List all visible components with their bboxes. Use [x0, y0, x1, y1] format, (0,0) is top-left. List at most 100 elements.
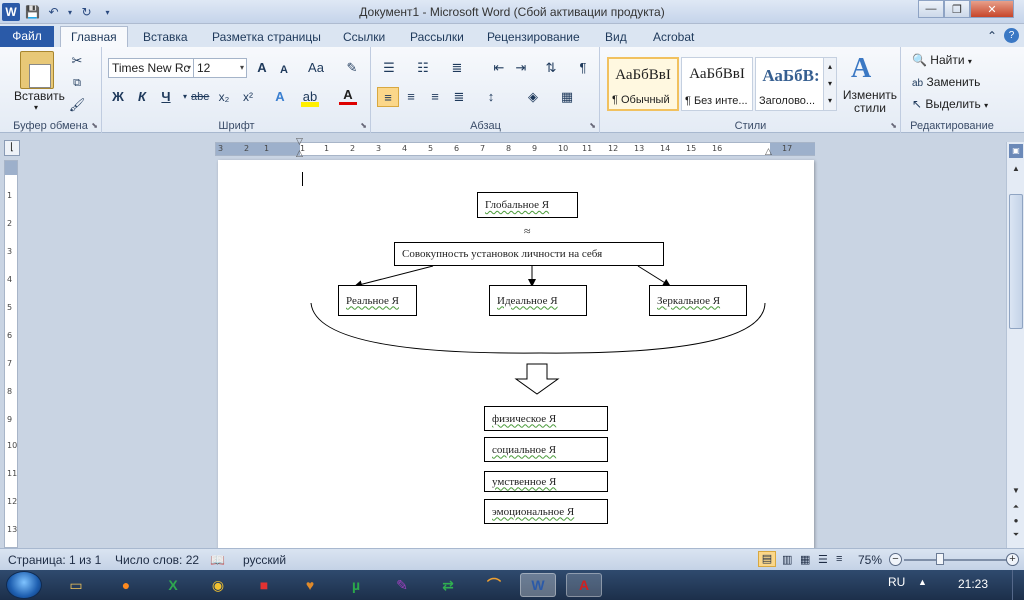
- align-center-icon[interactable]: ≡: [402, 87, 420, 107]
- tab-review[interactable]: Рецензирование: [477, 27, 590, 47]
- tab-home[interactable]: Главная: [60, 26, 128, 47]
- app-icon[interactable]: ♥: [292, 573, 328, 597]
- zoom-slider-track[interactable]: [904, 559, 1008, 561]
- font-name-combo[interactable]: Times New Rc ▾: [108, 58, 194, 78]
- justify-icon[interactable]: ≣: [450, 87, 468, 107]
- document-page[interactable]: Глобальное Я ≈ Совокупность установок ли…: [218, 160, 814, 548]
- global-self-box[interactable]: Глобальное Я: [477, 192, 578, 218]
- show-formatting-button[interactable]: ¶: [574, 58, 592, 78]
- proofing-icon[interactable]: 📖: [210, 553, 225, 567]
- list-item[interactable]: эмоциональное Я: [484, 499, 608, 524]
- align-right-icon[interactable]: ≡: [426, 87, 444, 107]
- change-case-button[interactable]: Aa: [307, 58, 325, 78]
- select-button[interactable]: ↖ Выделить ▾: [912, 97, 988, 111]
- real-self-box[interactable]: Реальное Я: [338, 285, 417, 316]
- shrink-font-button[interactable]: A: [275, 60, 293, 80]
- list-item[interactable]: физическое Я: [484, 406, 608, 431]
- underline-button[interactable]: Ч: [157, 87, 175, 107]
- horizontal-ruler[interactable]: 3 1 2 1 1 2 3 4 5 6 7 8 9 10 11 12 13 14…: [215, 136, 815, 158]
- font-color-icon[interactable]: A: [339, 87, 357, 105]
- superscript-button[interactable]: x²: [239, 87, 257, 107]
- indent-marker-icon[interactable]: ▽: [296, 136, 303, 147]
- network-icon[interactable]: ⇄: [430, 573, 466, 597]
- word-taskbar-icon[interactable]: W: [520, 573, 556, 597]
- styles-dialog-launcher-icon[interactable]: ⬊: [890, 121, 897, 130]
- borders-icon[interactable]: ▦: [558, 87, 576, 107]
- ideal-self-box[interactable]: Идеальное Я: [489, 285, 587, 316]
- align-left-icon[interactable]: ≡: [377, 87, 399, 107]
- paste-button[interactable]: Вставить: [14, 89, 65, 103]
- tool-icon[interactable]: ✎: [384, 573, 420, 597]
- cut-icon[interactable]: ✂: [68, 51, 86, 71]
- font-size-combo[interactable]: 12 ▾: [193, 58, 247, 78]
- vertical-ruler[interactable]: 1 2 3 4 5 6 7 8 9 10 11 12 13: [4, 160, 18, 548]
- style-heading[interactable]: АаБбВ: Заголово...: [755, 57, 827, 111]
- language-indicator[interactable]: русский: [243, 553, 286, 567]
- vertical-scrollbar[interactable]: ▣ ▲ ▼ ⏶ ● ⏷: [1006, 142, 1024, 548]
- multilevel-list-icon[interactable]: ≣: [448, 58, 466, 78]
- paragraph-dialog-launcher-icon[interactable]: ⬊: [589, 121, 596, 130]
- zoom-level[interactable]: 75%: [858, 553, 882, 567]
- input-language[interactable]: RU: [888, 575, 905, 589]
- mirror-self-box[interactable]: Зеркальное Я: [649, 285, 747, 316]
- tab-mailings[interactable]: Рассылки: [400, 27, 474, 47]
- view-ruler-icon[interactable]: ▣: [1009, 144, 1023, 158]
- bullets-icon[interactable]: ☰: [380, 58, 398, 78]
- tab-insert[interactable]: Вставка: [133, 27, 198, 47]
- highlight-icon[interactable]: ab: [301, 87, 319, 107]
- minimize-button[interactable]: —: [918, 0, 944, 18]
- excel-icon[interactable]: X: [155, 573, 191, 597]
- tab-file[interactable]: Файл: [0, 26, 54, 47]
- draft-icon[interactable]: ≡: [836, 553, 842, 565]
- page-count[interactable]: Страница: 1 из 1: [8, 553, 101, 567]
- clock[interactable]: 21:23: [958, 577, 988, 591]
- show-desktop-button[interactable]: [1012, 570, 1024, 600]
- torrent-icon[interactable]: µ: [338, 573, 374, 597]
- print-layout-icon[interactable]: ▤: [758, 551, 776, 567]
- bold-button[interactable]: Ж: [109, 87, 127, 107]
- line-spacing-icon[interactable]: ↕: [482, 87, 500, 107]
- scroll-down-icon[interactable]: ▼: [1009, 484, 1023, 498]
- right-indent-icon[interactable]: △: [765, 146, 772, 157]
- zoom-out-button[interactable]: −: [889, 553, 902, 566]
- list-item[interactable]: социальное Я: [484, 437, 608, 462]
- numbering-icon[interactable]: ☷: [414, 58, 432, 78]
- close-button[interactable]: ✕: [970, 0, 1014, 18]
- help-icon[interactable]: ?: [1004, 28, 1019, 43]
- paste-dropdown-icon[interactable]: ▾: [34, 103, 38, 112]
- word-count[interactable]: Число слов: 22: [115, 553, 199, 567]
- find-button[interactable]: 🔍 Найти ▾: [912, 53, 972, 67]
- sort-icon[interactable]: ⇅: [542, 58, 560, 78]
- tab-view[interactable]: Вид: [595, 27, 637, 47]
- outline-icon[interactable]: ☰: [818, 553, 828, 566]
- chrome-icon[interactable]: ◉: [200, 573, 236, 597]
- tab-page-layout[interactable]: Разметка страницы: [202, 27, 331, 47]
- clipboard-dialog-launcher-icon[interactable]: ⬊: [91, 121, 98, 130]
- maximize-button[interactable]: ❐: [944, 0, 970, 18]
- start-button[interactable]: [6, 571, 42, 599]
- scroll-thumb[interactable]: [1009, 194, 1023, 329]
- brush-icon[interactable]: ⌒: [476, 573, 512, 597]
- web-layout-icon[interactable]: ▦: [800, 553, 810, 566]
- format-painter-icon[interactable]: 🖌: [68, 95, 86, 115]
- italic-button[interactable]: К: [133, 87, 151, 107]
- tray-expand-icon[interactable]: ▲: [918, 577, 927, 587]
- change-styles-button[interactable]: Изменить стили: [841, 89, 899, 115]
- scroll-up-icon[interactable]: ▲: [1009, 162, 1023, 176]
- zoom-in-button[interactable]: +: [1006, 553, 1019, 566]
- strikethrough-button[interactable]: abe: [191, 87, 209, 107]
- replace-button[interactable]: ab Заменить: [912, 75, 980, 89]
- totality-box[interactable]: Совокупность установок личности на себя: [394, 242, 664, 266]
- tab-selector-icon[interactable]: ⌊: [4, 140, 20, 156]
- explorer-icon[interactable]: ▭: [58, 573, 94, 597]
- clear-formatting-icon[interactable]: ✎: [343, 58, 361, 78]
- paste-icon[interactable]: [20, 51, 54, 89]
- select-browse-object-icon[interactable]: ●: [1009, 514, 1023, 528]
- increase-indent-icon[interactable]: ⇥: [512, 58, 530, 78]
- full-screen-reading-icon[interactable]: ▥: [782, 553, 792, 566]
- style-no-spacing[interactable]: АаБбВвІ ¶ Без инте...: [681, 57, 753, 111]
- firefox-icon[interactable]: ●: [108, 573, 144, 597]
- acrobat-taskbar-icon[interactable]: A: [566, 573, 602, 597]
- media-icon[interactable]: ■: [246, 573, 282, 597]
- style-normal[interactable]: АаБбВвІ ¶ Обычный: [607, 57, 679, 111]
